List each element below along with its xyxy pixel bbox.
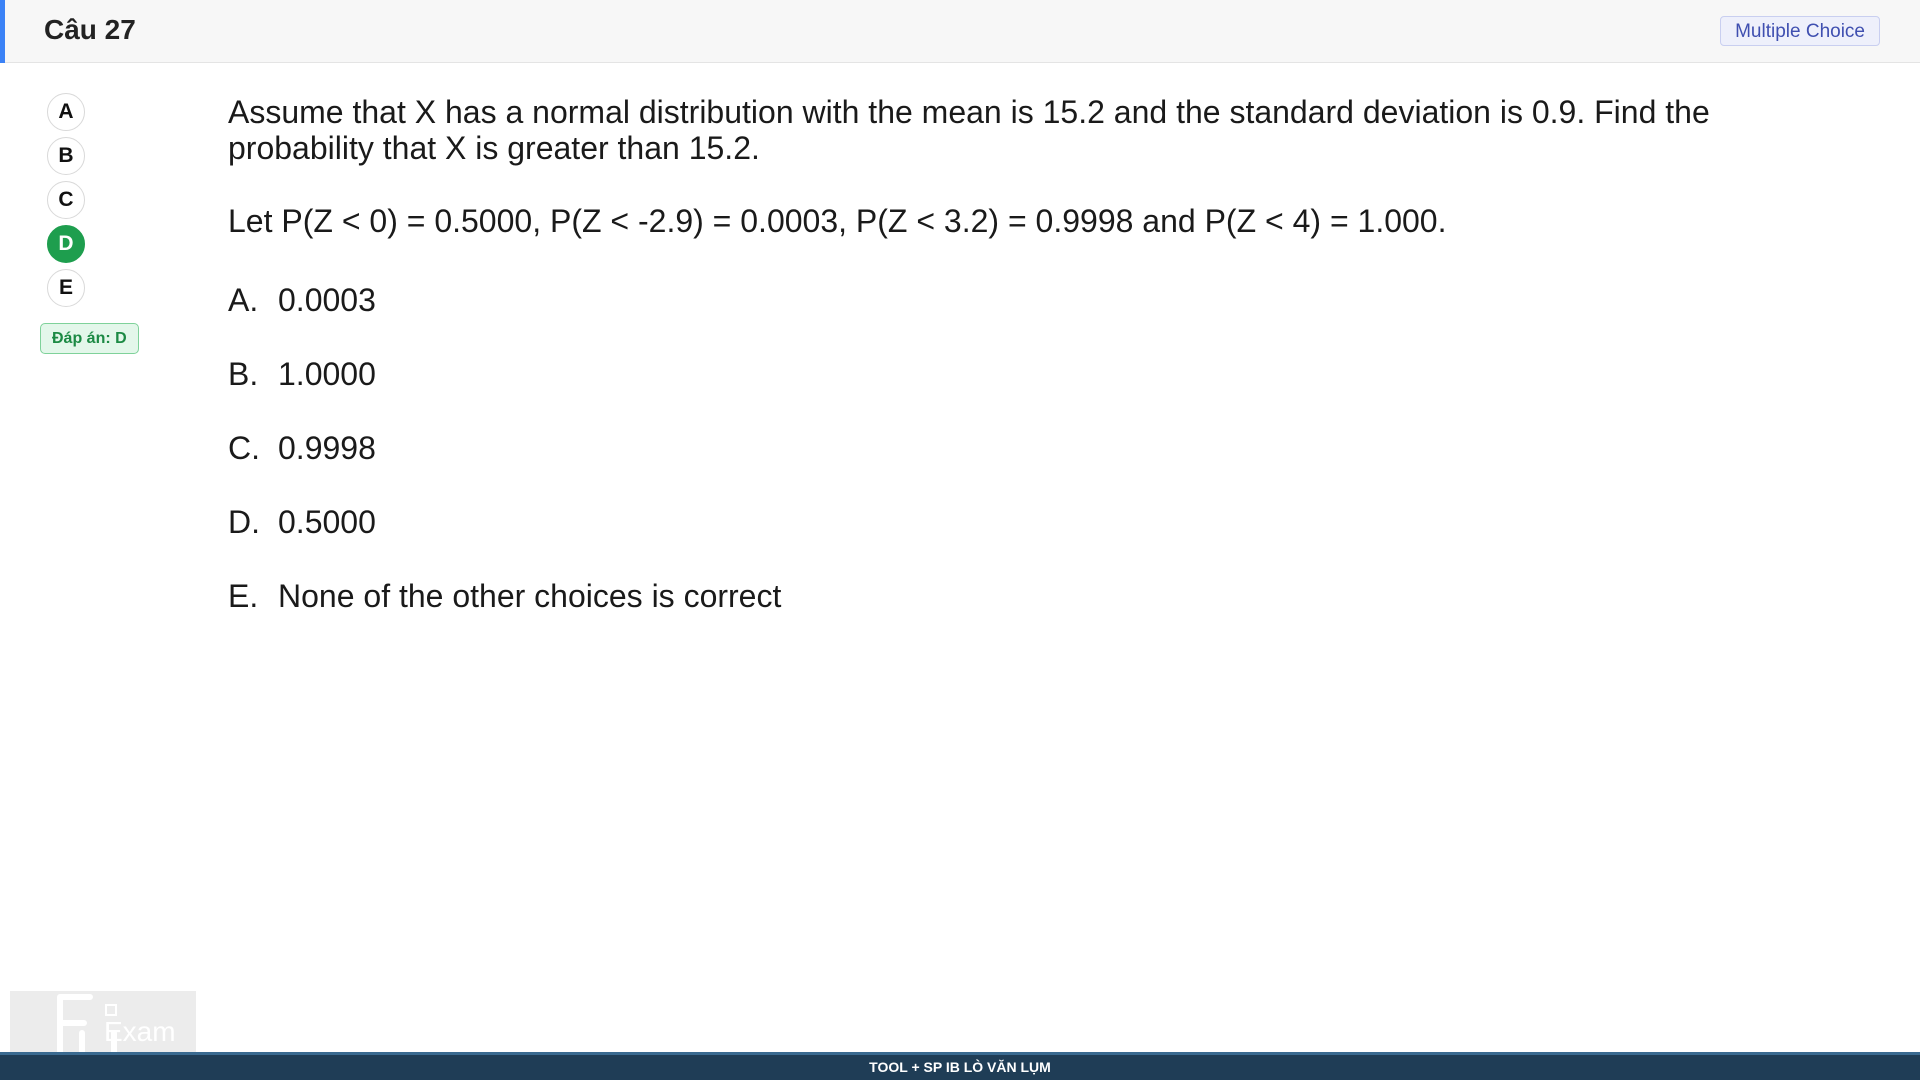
option-e-button[interactable]: E (47, 269, 85, 307)
choice-text: 0.9998 (278, 430, 376, 466)
question-given-values: Let P(Z < 0) = 0.5000, P(Z < -2.9) = 0.0… (228, 203, 1447, 239)
choice-b: B. 1.0000 (228, 354, 781, 428)
footer-credit-text: TOOL + SP IB LÒ VĂN LỤM (869, 1059, 1051, 1075)
correct-answer-tag: Đáp án: D (40, 323, 139, 354)
choice-text: None of the other choices is correct (278, 578, 782, 614)
choice-text: 0.5000 (278, 504, 376, 540)
watermark-text: Exam (104, 1016, 176, 1047)
option-d-button[interactable]: D (47, 225, 85, 263)
choice-c: C. 0.9998 (228, 428, 781, 502)
choice-letter: D. (228, 504, 260, 540)
question-number-title: Câu 27 (44, 14, 136, 45)
question-type-badge: Multiple Choice (1720, 16, 1880, 46)
option-b-button[interactable]: B (47, 137, 85, 175)
choice-text: 0.0003 (278, 282, 376, 318)
header-accent-bar (0, 0, 5, 63)
choice-letter: B. (228, 356, 259, 392)
page: Câu 27 Multiple Choice A B C D E Đáp án:… (0, 0, 1920, 1080)
choices-list: A. 0.0003 B. 1.0000 C. 0.9998 D. 0.5000 E. No… (228, 280, 781, 650)
choice-letter: A. (228, 282, 259, 318)
footer-bar: TOOL + SP IB LÒ VĂN LỤM (0, 1052, 1920, 1080)
question-stem: Assume that X has a normal distribution … (228, 94, 1710, 166)
choice-letter: E. (228, 578, 259, 614)
choice-d: D. 0.5000 (228, 502, 781, 576)
choice-a: A. 0.0003 (228, 280, 781, 354)
option-c-button[interactable]: C (47, 181, 85, 219)
choice-text: 1.0000 (278, 356, 376, 392)
choice-e: E. None of the other choices is correct (228, 576, 781, 650)
choice-letter: C. (228, 430, 260, 466)
question-text: Assume that X has a normal distribution … (228, 94, 1788, 239)
question-header: Câu 27 Multiple Choice (0, 0, 1920, 63)
option-a-button[interactable]: A (47, 93, 85, 131)
